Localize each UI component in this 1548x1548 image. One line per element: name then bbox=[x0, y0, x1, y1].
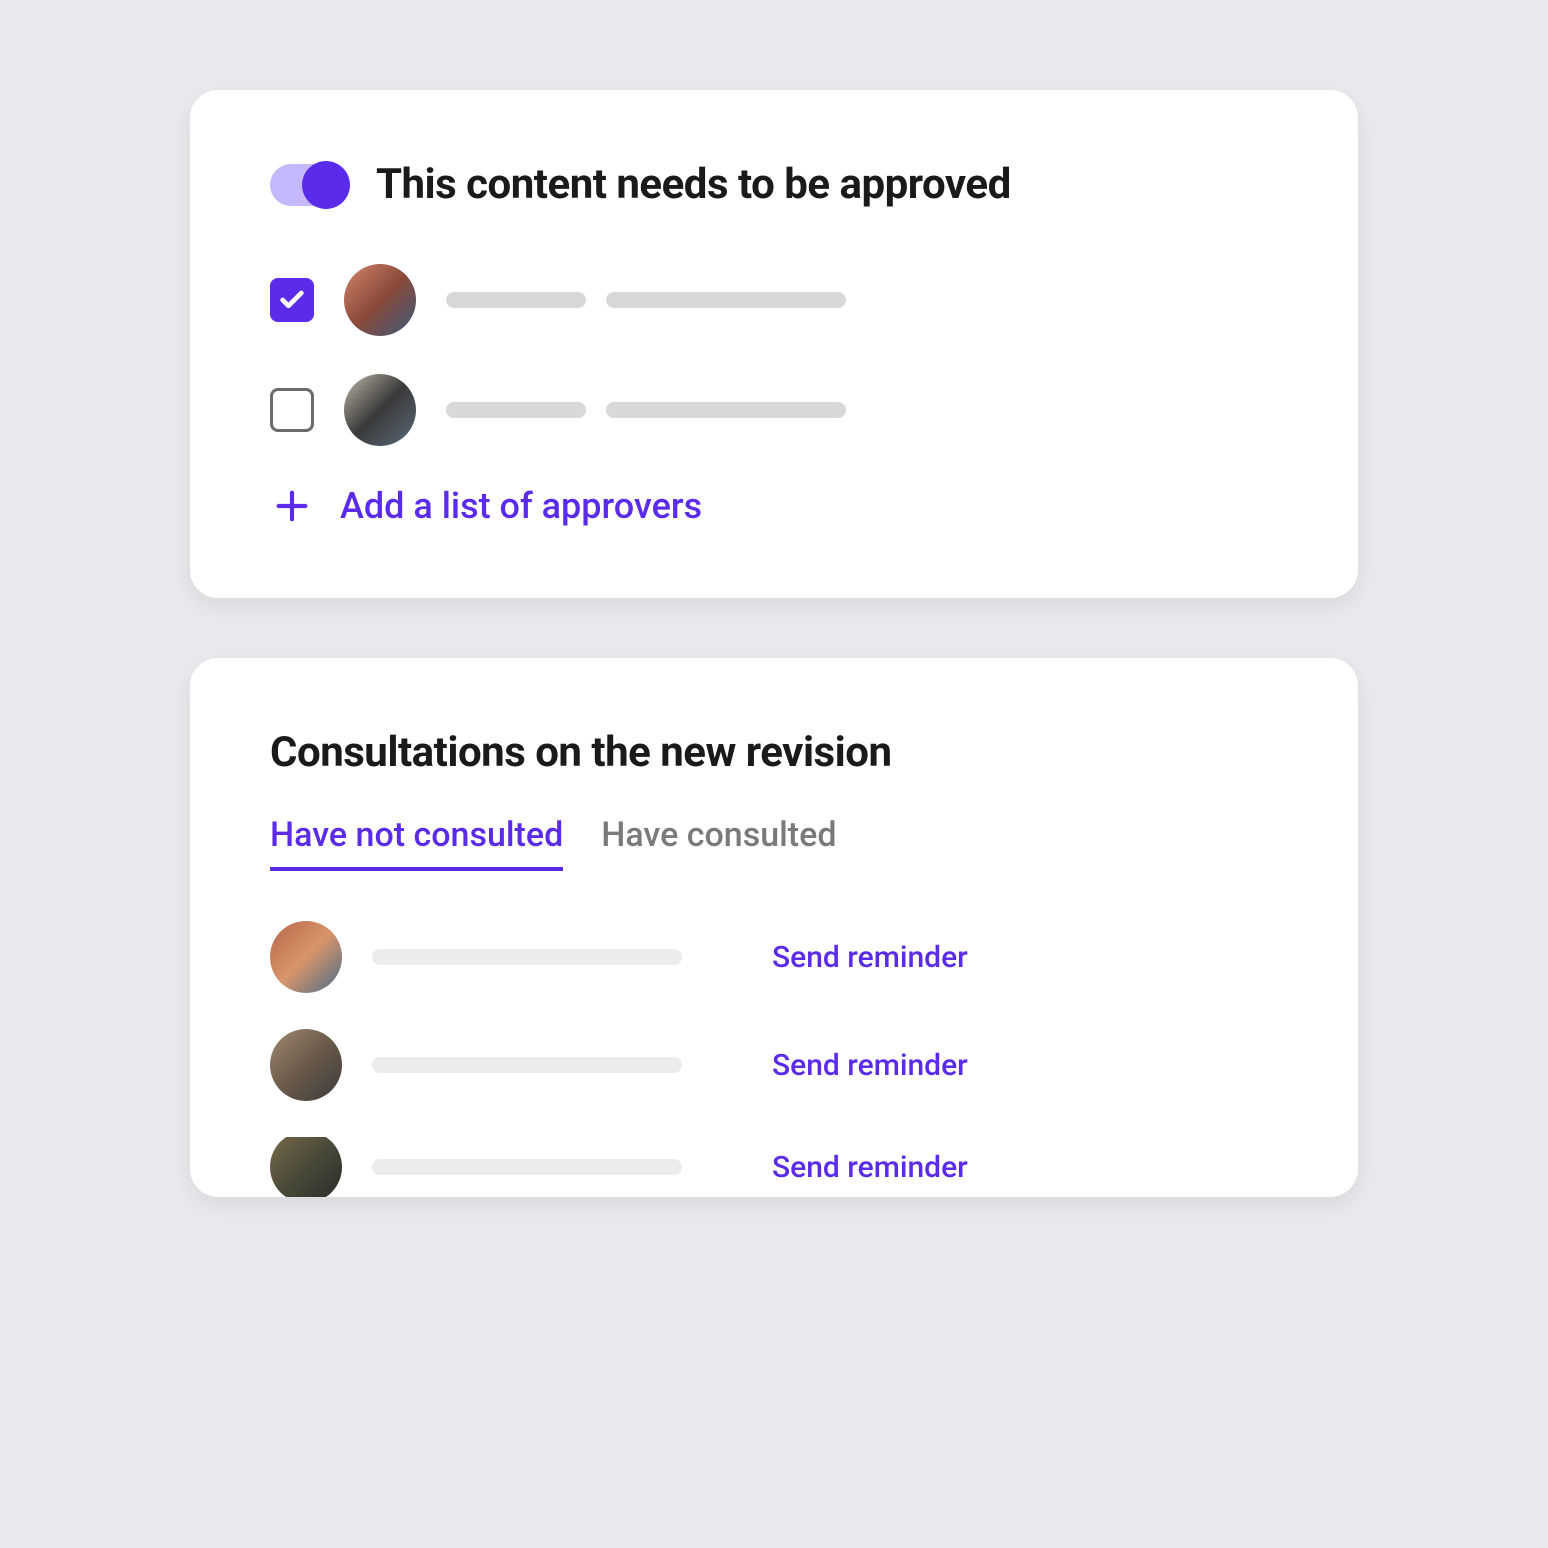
consultation-row: Send reminder bbox=[270, 921, 1278, 993]
consultations-card: Consultations on the new revision Have n… bbox=[190, 658, 1358, 1197]
add-approvers-button[interactable]: Add a list of approvers bbox=[270, 484, 1278, 528]
avatar bbox=[270, 921, 342, 993]
name-placeholder bbox=[372, 949, 682, 965]
approval-toggle[interactable] bbox=[270, 164, 346, 206]
tab-consulted[interactable]: Have consulted bbox=[601, 815, 836, 871]
approval-card: This content needs to be approved bbox=[190, 90, 1358, 598]
avatar bbox=[270, 1137, 342, 1197]
approver-row bbox=[270, 264, 1278, 336]
detail-placeholder bbox=[606, 292, 846, 308]
approver-checkbox[interactable] bbox=[270, 278, 314, 322]
add-approvers-label: Add a list of approvers bbox=[340, 485, 702, 527]
approval-title: This content needs to be approved bbox=[376, 160, 1011, 209]
send-reminder-button[interactable]: Send reminder bbox=[772, 940, 968, 975]
name-placeholder bbox=[372, 1057, 682, 1073]
name-placeholder bbox=[372, 1159, 682, 1175]
plus-icon bbox=[270, 484, 314, 528]
avatar bbox=[344, 264, 416, 336]
consultation-row: Send reminder bbox=[270, 1029, 1278, 1101]
consultation-row: Send reminder bbox=[270, 1137, 1278, 1197]
toggle-knob bbox=[302, 161, 350, 209]
placeholder-group bbox=[446, 292, 846, 308]
detail-placeholder bbox=[606, 402, 846, 418]
check-icon bbox=[278, 286, 306, 314]
page-container: This content needs to be approved bbox=[50, 50, 1498, 1498]
send-reminder-button[interactable]: Send reminder bbox=[772, 1048, 968, 1083]
name-placeholder bbox=[446, 292, 586, 308]
send-reminder-button[interactable]: Send reminder bbox=[772, 1150, 968, 1185]
name-placeholder bbox=[446, 402, 586, 418]
approver-row bbox=[270, 374, 1278, 446]
tab-not-consulted[interactable]: Have not consulted bbox=[270, 815, 563, 871]
avatar bbox=[344, 374, 416, 446]
avatar bbox=[270, 1029, 342, 1101]
consultations-title: Consultations on the new revision bbox=[270, 728, 1278, 777]
approver-checkbox[interactable] bbox=[270, 388, 314, 432]
tabs: Have not consulted Have consulted bbox=[270, 815, 1278, 871]
placeholder-group bbox=[446, 402, 846, 418]
approval-header: This content needs to be approved bbox=[270, 160, 1278, 209]
